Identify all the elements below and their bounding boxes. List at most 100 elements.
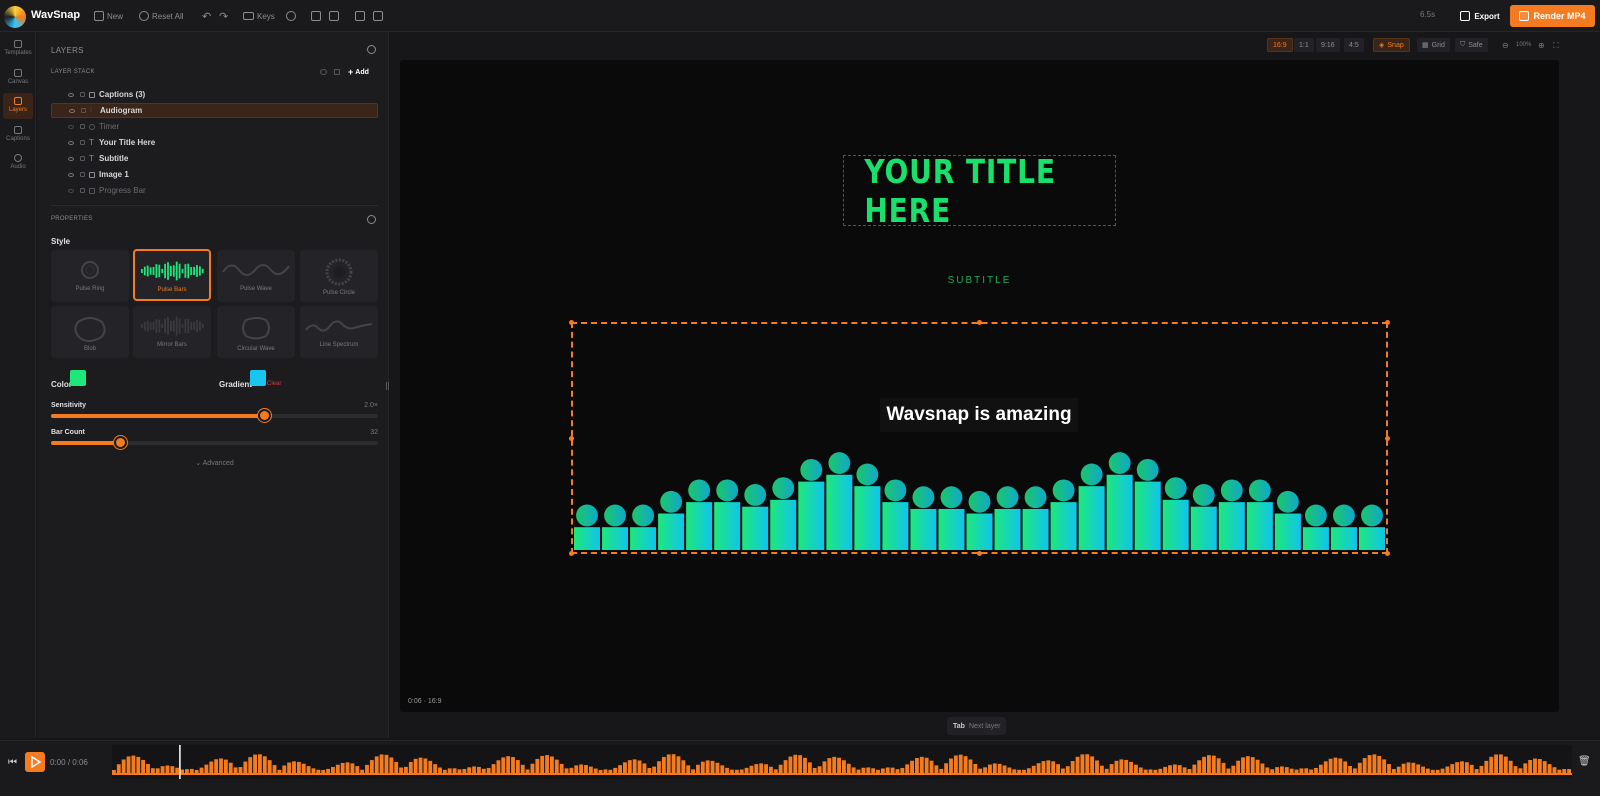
help-button[interactable] — [286, 8, 296, 24]
eye-off-icon[interactable] — [68, 124, 74, 129]
lock-icon[interactable] — [80, 124, 85, 129]
reset-all-button[interactable]: Reset All — [139, 8, 184, 24]
eye-icon[interactable] — [68, 140, 74, 145]
resize-handle[interactable] — [569, 551, 574, 556]
thumb-bar — [199, 321, 201, 331]
waveform-bar — [301, 763, 306, 773]
eye-icon[interactable] — [68, 156, 74, 161]
rail-item-audio[interactable]: Audio — [3, 150, 33, 176]
blob-icon — [74, 317, 106, 342]
audiogram-selection-box[interactable] — [569, 320, 1390, 556]
style-card-pulse-ring[interactable]: Pulse Ring — [51, 250, 129, 302]
fullscreen-button[interactable] — [373, 8, 383, 24]
gradient-swatch[interactable] — [250, 370, 266, 386]
title-layer[interactable]: YOUR TITLE HERE — [843, 152, 1116, 230]
eye-icon[interactable] — [68, 172, 74, 177]
layer-row-captions[interactable]: Captions (3) — [51, 87, 378, 102]
advanced-toggle[interactable]: ⌄ Advanced — [51, 459, 378, 467]
undo-button[interactable]: ↶ — [202, 8, 211, 24]
style-card-mirror-bars[interactable]: Mirror Bars — [133, 306, 211, 358]
layer-row-audiogram[interactable]: ⫶ Audiogram — [51, 103, 378, 118]
open-button[interactable] — [329, 8, 339, 24]
resize-handle[interactable] — [977, 551, 982, 556]
resize-handle[interactable] — [569, 436, 574, 441]
bar-count-slider[interactable] — [51, 436, 378, 449]
new-button[interactable]: New — [94, 8, 123, 24]
waveform-bar — [851, 767, 856, 773]
lock-icon[interactable] — [80, 140, 85, 145]
bar-count-thumb[interactable] — [113, 436, 127, 449]
waveform-bar — [515, 760, 520, 773]
rail-item-templates[interactable]: Templates — [3, 36, 33, 62]
lock-all-icon[interactable] — [334, 69, 340, 75]
rail-item-captions[interactable]: Captions — [3, 122, 33, 148]
trash-icon[interactable]: 🗑 — [1578, 756, 1591, 767]
eye-off-icon[interactable] — [68, 188, 74, 193]
snap-toggle[interactable]: ◈ Snap — [1373, 38, 1410, 52]
save-button[interactable] — [311, 8, 321, 24]
eye-icon[interactable] — [68, 92, 74, 97]
lock-icon[interactable] — [80, 156, 85, 161]
waveform-bar — [345, 762, 350, 773]
hide-all-icon[interactable] — [320, 69, 327, 75]
style-card-pulse-wave[interactable]: Pulse Wave — [217, 250, 295, 302]
layer-row-image[interactable]: Image 1 — [51, 167, 378, 182]
toggle-panel-button[interactable] — [355, 8, 365, 24]
playhead[interactable] — [179, 745, 181, 779]
lock-icon[interactable] — [80, 188, 85, 193]
style-card-pulse-circle[interactable]: Pulse Circle — [300, 250, 378, 302]
render-mp4-button[interactable]: Render MP4 — [1510, 5, 1595, 27]
layer-row-timer[interactable]: Timer — [51, 119, 378, 134]
color-swatch[interactable] — [70, 370, 86, 386]
eye-icon[interactable] — [69, 108, 75, 113]
subtitle-text[interactable]: SUBTITLE — [400, 275, 1559, 286]
keys-button[interactable]: Keys — [243, 8, 275, 24]
waveform-bar — [525, 769, 530, 773]
grid-toggle[interactable]: ▦ Grid — [1417, 38, 1450, 52]
resize-handle[interactable] — [569, 320, 574, 325]
aspect-1-1-button[interactable]: 1:1 — [1294, 38, 1314, 52]
aspect-16-9-button[interactable]: 16:9 — [1267, 38, 1293, 52]
export-button[interactable]: Export — [1454, 7, 1506, 25]
aspect-9-16-button[interactable]: 9:16 — [1316, 38, 1340, 52]
aspect-4-5-button[interactable]: 4:5 — [1344, 38, 1364, 52]
resize-handle[interactable] — [1385, 436, 1390, 441]
caption-text[interactable]: Wavsnap is amazing — [880, 398, 1078, 432]
style-card-circular-wave[interactable]: Circular Wave — [217, 306, 295, 358]
zoom-in-icon[interactable]: ⊕ — [1538, 41, 1545, 50]
snap-label: Snap — [1387, 41, 1404, 49]
lock-icon[interactable] — [81, 108, 86, 113]
sensitivity-thumb[interactable] — [257, 409, 271, 422]
thumb-bar — [184, 319, 187, 333]
waveform-bar — [1168, 765, 1172, 773]
fit-screen-icon[interactable]: ⛶ — [1553, 41, 1559, 51]
preview-stage[interactable]: YOUR TITLE HERE SUBTITLE Wavsnap is amaz… — [400, 60, 1559, 712]
sensitivity-slider[interactable] — [51, 409, 378, 422]
lock-icon[interactable] — [80, 92, 85, 97]
style-card-pulse-bars[interactable]: Pulse Bars — [133, 249, 211, 301]
shield-icon: ⛉ — [1460, 41, 1466, 48]
clear-gradient-button[interactable]: Clear — [267, 381, 281, 387]
style-card-blob[interactable]: Blob — [51, 306, 129, 358]
skip-back-icon[interactable]: ⏮ — [8, 757, 17, 768]
reset-properties-icon[interactable] — [367, 215, 376, 224]
layer-row-subtitle[interactable]: T Subtitle — [51, 151, 378, 166]
style-card-line-spectrum[interactable]: Line Spectrum — [300, 306, 378, 358]
lock-icon[interactable] — [80, 172, 85, 177]
reset-layers-icon[interactable] — [367, 45, 376, 54]
play-button[interactable] — [25, 752, 45, 772]
layer-row-title[interactable]: T Your Title Here — [51, 135, 378, 150]
layer-row-progress-bar[interactable]: Progress Bar — [51, 183, 378, 198]
redo-button[interactable]: ↷ — [219, 8, 228, 24]
resize-handle[interactable] — [1385, 320, 1390, 325]
rail-item-layers[interactable]: Layers — [3, 93, 33, 119]
rail-item-canvas[interactable]: Canvas — [3, 65, 33, 91]
resize-handle[interactable] — [1385, 551, 1390, 556]
safe-toggle[interactable]: ⛉ Safe — [1455, 38, 1488, 52]
panel-resize-handle[interactable] — [386, 382, 389, 390]
resize-handle[interactable] — [977, 320, 982, 325]
zoom-out-icon[interactable]: ⊖ — [1502, 41, 1509, 50]
safe-label: Safe — [1468, 41, 1483, 49]
add-layer-button[interactable]: + Add — [348, 66, 378, 78]
timeline-waveform[interactable] — [112, 745, 1572, 779]
